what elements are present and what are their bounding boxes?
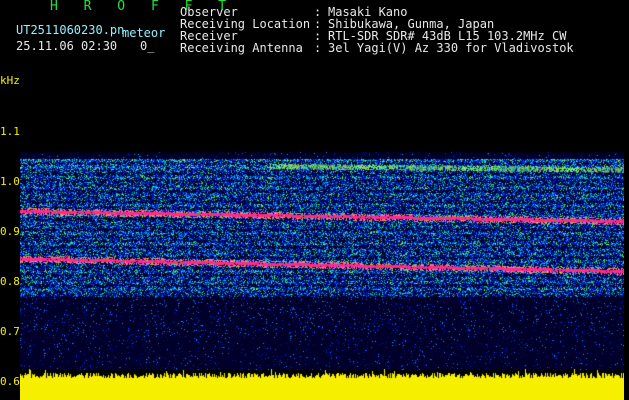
y-tick-label: 1.1 [0, 125, 20, 138]
y-tick-label: 1.0 [0, 175, 20, 188]
count: 0_ [140, 39, 155, 53]
info-value: 3el Yagi(V) Az 330 for Vladivostok [328, 41, 574, 55]
y-tick-label: 0.7 [0, 325, 20, 338]
info-label: Receiving Antenna [180, 41, 303, 55]
spectrogram [20, 74, 624, 400]
filename: UT2511060230.pn [16, 23, 125, 37]
y-tick-label: 0.8 [0, 275, 20, 288]
y-tick-label: 0.9 [0, 225, 20, 238]
info-sep: : [314, 41, 322, 55]
y-tick-label: 0.6 [0, 375, 20, 388]
y-axis-label: kHz [0, 74, 20, 87]
meteor-label: meteor [122, 26, 166, 40]
datetime: 25.11.06 02:30 [16, 39, 118, 53]
